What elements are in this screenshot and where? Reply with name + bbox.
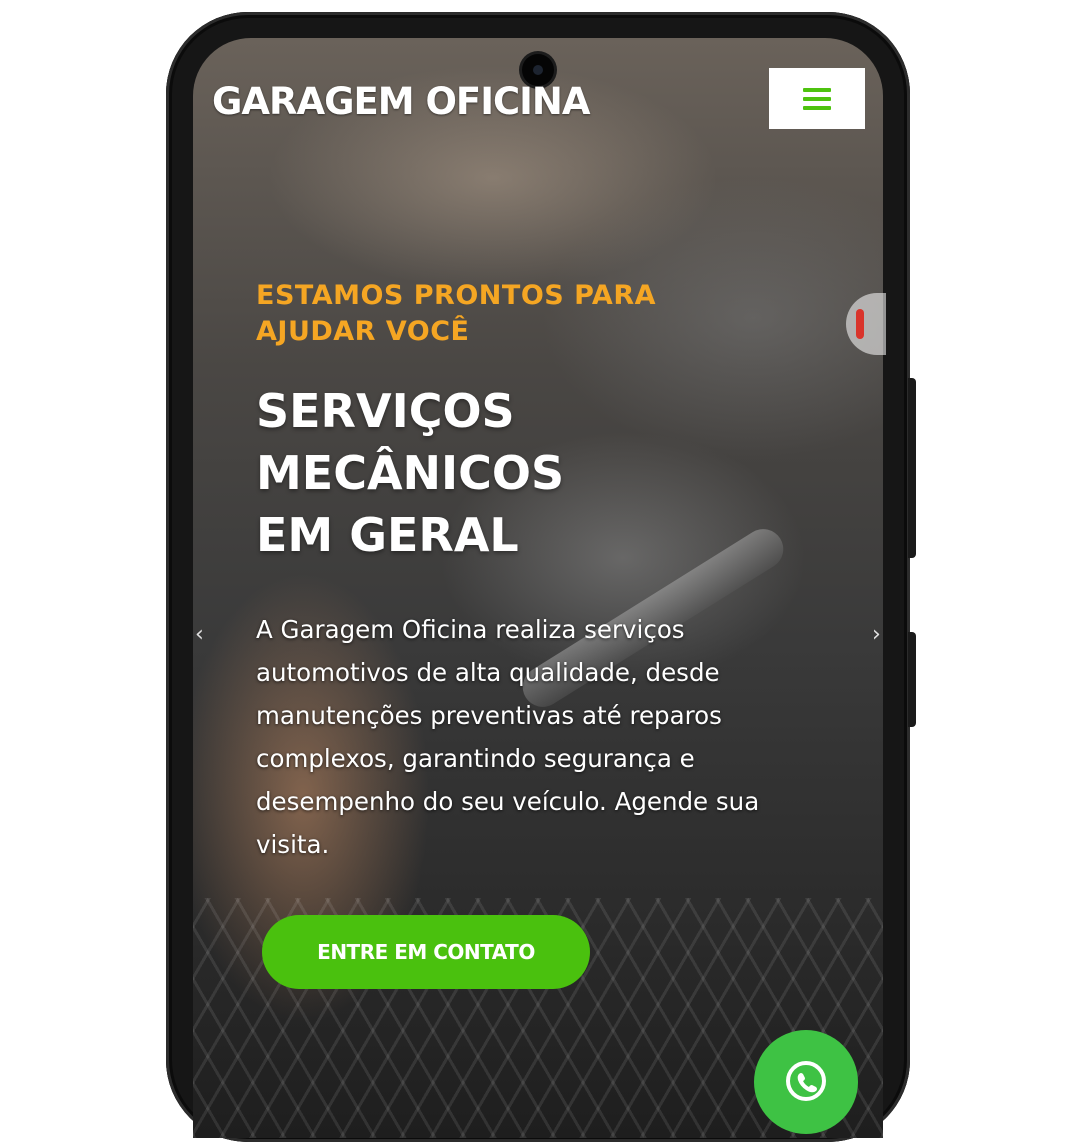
headline-line: MECÂNICOS bbox=[256, 446, 565, 500]
hero-eyebrow: ESTAMOS PRONTOS PARA AJUDAR VOCÊ bbox=[256, 280, 657, 347]
phone-side-button bbox=[908, 632, 916, 727]
menu-button[interactable] bbox=[769, 68, 865, 129]
hero-headline: SERVIÇOS MECÂNICOS EM GERAL bbox=[256, 380, 726, 566]
hero-description: A Garagem Oficina realiza serviços autom… bbox=[256, 615, 760, 859]
phone-side-button bbox=[908, 378, 916, 558]
whatsapp-button[interactable] bbox=[754, 1030, 858, 1134]
contact-button[interactable]: ENTRE EM CONTATO bbox=[262, 915, 590, 989]
chevron-left-icon[interactable]: ‹ bbox=[195, 622, 204, 647]
hamburger-menu-icon bbox=[803, 87, 831, 110]
whatsapp-icon bbox=[786, 1061, 826, 1101]
site-logo[interactable]: GARAGEM OFICINA bbox=[212, 80, 590, 123]
headline-line: EM GERAL bbox=[256, 508, 519, 562]
chevron-right-icon[interactable]: › bbox=[872, 622, 881, 647]
headline-line: SERVIÇOS bbox=[256, 384, 515, 438]
